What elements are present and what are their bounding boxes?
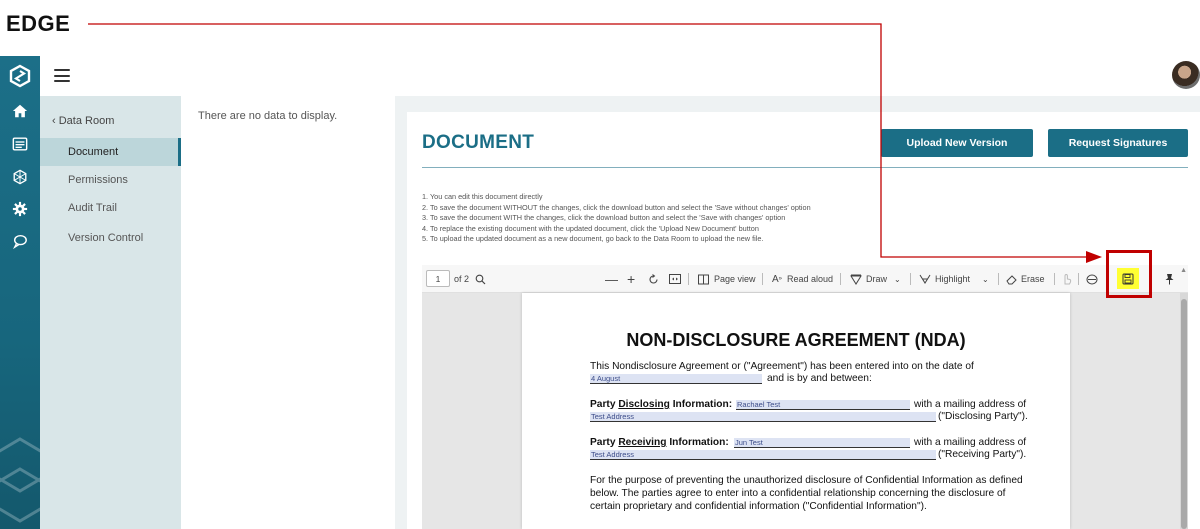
back-to-data-room-link[interactable]: ‹ Data Room [52, 115, 114, 127]
instruction-item: 3. To save the document WITH the changes… [422, 213, 786, 222]
erase-button[interactable]: Erase [1021, 265, 1045, 293]
toolbar-separator [762, 273, 763, 285]
subnav-item-permissions[interactable]: Permissions [40, 166, 181, 194]
disclosing-word: Disclosing [618, 399, 670, 410]
eraser-icon[interactable] [1006, 265, 1018, 293]
disclosing-party-text: ("Disclosing Party"). [938, 411, 1028, 422]
annotation-label: EDGE [6, 11, 71, 36]
toolbar-separator [1078, 273, 1079, 285]
request-signatures-button[interactable]: Request Signatures [1048, 129, 1188, 157]
purpose-line-2: below. The parties agree to enter into a… [590, 488, 1006, 499]
intro-line-2: and is by and between: [767, 373, 872, 384]
draw-chevron-down-icon[interactable]: ⌄ [894, 265, 901, 293]
app-logo-icon[interactable] [8, 64, 32, 88]
hamburger-menu-icon[interactable] [54, 69, 70, 82]
purpose-line-1: For the purpose of preventing the unauth… [590, 475, 1023, 486]
top-bar [40, 56, 1200, 96]
receiving-suffix: Information: [669, 437, 729, 448]
empty-state-text: There are no data to display. [198, 110, 338, 122]
instruction-item: 1. You can edit this document directly [422, 192, 543, 201]
subnav-item-version-control[interactable]: Version Control [40, 224, 181, 252]
toolbar-separator [688, 273, 689, 285]
pdf-scrollbar[interactable] [1180, 293, 1188, 529]
list-column: There are no data to display. [181, 96, 395, 529]
instruction-item: 4. To replace the existing document with… [422, 223, 759, 233]
receiving-word: Receiving [618, 437, 667, 448]
pdf-toolbar: 1 of 2 — + Page view A» Read aloud Draw … [422, 265, 1188, 293]
rotate-icon[interactable] [648, 265, 659, 293]
pin-icon[interactable] [1164, 265, 1175, 293]
date-field[interactable]: 4 August [590, 374, 762, 384]
toolbar-separator [840, 273, 841, 285]
receiving-label: Party Receiving Information: [590, 437, 729, 449]
scroll-up-icon[interactable]: ▲ [1180, 267, 1187, 274]
purpose-line-3: certain proprietary and confidential inf… [590, 501, 927, 512]
scrollbar-thumb[interactable] [1181, 299, 1187, 529]
read-aloud-icon[interactable]: A» [772, 265, 782, 293]
search-icon[interactable] [475, 265, 486, 293]
draw-icon[interactable] [850, 265, 862, 293]
subnav-item-document[interactable]: Document [40, 138, 181, 166]
zoom-in-icon[interactable]: + [627, 265, 635, 293]
disclosing-suffix: Information: [672, 399, 733, 410]
toolbar-separator [1054, 273, 1055, 285]
document-card: DOCUMENT Upload New Version Request Sign… [407, 112, 1200, 529]
read-aloud-button[interactable]: Read aloud [787, 265, 833, 293]
disclosing-address-field[interactable]: Test Address [590, 412, 936, 422]
page-number-input[interactable]: 1 [426, 270, 450, 287]
highlight-icon[interactable] [919, 265, 931, 293]
app-rail [0, 56, 44, 529]
pdf-viewer: 1 of 2 — + Page view A» Read aloud Draw … [422, 265, 1188, 529]
page-view-button[interactable]: Page view [714, 265, 756, 293]
intro-line-1: This Nondisclosure Agreement or ("Agreem… [590, 361, 974, 372]
subnav-item-audit-trail[interactable]: Audit Trail [40, 194, 181, 222]
touch-write-icon[interactable] [1062, 265, 1072, 293]
list-icon[interactable] [11, 135, 29, 153]
page-view-icon[interactable] [698, 265, 709, 293]
annotation-highlight-box [1106, 250, 1152, 298]
nda-title: NON-DISCLOSURE AGREEMENT (NDA) [626, 330, 966, 350]
print-icon[interactable] [1086, 265, 1098, 293]
zoom-out-icon[interactable]: — [605, 265, 618, 293]
sub-navigation: ‹ Data Room Document Permissions Audit T… [40, 96, 181, 529]
pdf-page: NON-DISCLOSURE AGREEMENT (NDA) This Nond… [522, 293, 1070, 529]
disclosing-name-field[interactable]: Rachael Test [736, 400, 910, 410]
avatar[interactable] [1172, 61, 1200, 89]
page-count: of 2 [454, 274, 470, 284]
receiving-name-field[interactable]: Jun Test [734, 438, 910, 448]
page-title: DOCUMENT [422, 132, 535, 153]
receiving-prefix: Party [590, 437, 616, 448]
upload-new-version-button[interactable]: Upload New Version [881, 129, 1033, 157]
receiving-mailing-text: with a mailing address of [914, 437, 1027, 448]
highlight-button[interactable]: Highlight [935, 265, 970, 293]
receiving-party-text: ("Receiving Party"). [938, 449, 1027, 460]
disclosing-label: Party Disclosing Information: [590, 399, 732, 411]
disclosing-prefix: Party [590, 399, 616, 410]
instructions-list: 1. You can edit this document directly 2… [422, 192, 811, 245]
fit-page-icon[interactable] [669, 265, 681, 293]
gear-icon[interactable] [11, 200, 29, 218]
highlight-chevron-down-icon[interactable]: ⌄ [982, 265, 989, 293]
instruction-item: 2. To save the document WITHOUT the chan… [422, 202, 811, 212]
receiving-address-field[interactable]: Test Address [590, 450, 936, 460]
network-icon[interactable] [11, 168, 29, 186]
draw-button[interactable]: Draw [866, 265, 887, 293]
home-icon[interactable] [11, 102, 29, 120]
title-divider [422, 167, 1188, 168]
toolbar-separator [910, 273, 911, 285]
chat-icon[interactable] [11, 232, 29, 250]
toolbar-separator [998, 273, 999, 285]
instruction-item: 5. To upload the updated document as a n… [422, 234, 764, 243]
document-panel: DOCUMENT Upload New Version Request Sign… [395, 96, 1200, 529]
disclosing-mailing-text: with a mailing address of [914, 399, 1027, 410]
